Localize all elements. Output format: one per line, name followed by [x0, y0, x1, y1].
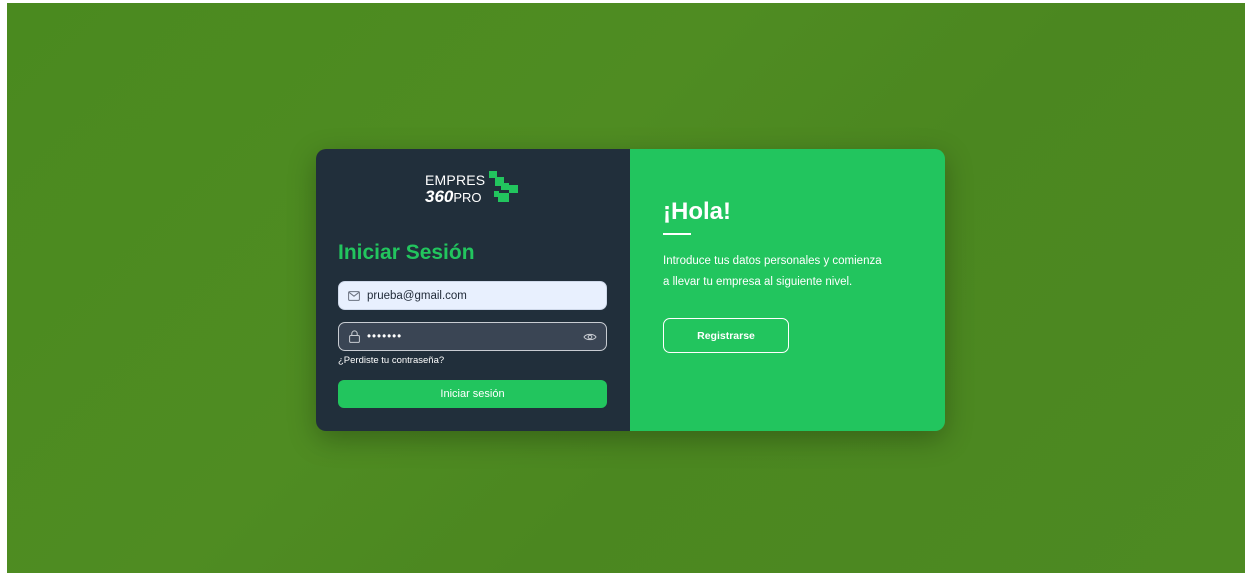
eye-icon[interactable] — [583, 330, 597, 344]
welcome-text-line2: a llevar tu empresa al siguiente nivel. — [663, 276, 853, 288]
heading-divider — [663, 233, 691, 235]
login-button[interactable]: Iniciar sesión — [338, 380, 607, 408]
auth-card: EMPRES 360PRO Iniciar Sesión prueba@gmai… — [316, 149, 945, 431]
logo-text-bottom: 360PRO — [425, 187, 482, 207]
email-input[interactable] — [367, 289, 567, 302]
password-field[interactable] — [338, 322, 607, 351]
forgot-password-link[interactable]: ¿Perdiste tu contraseña? — [338, 355, 444, 366]
welcome-panel: ¡Hola! Introduce tus datos personales y … — [630, 149, 945, 431]
welcome-heading: ¡Hola! — [663, 198, 731, 225]
lock-icon — [347, 330, 361, 344]
register-button[interactable]: Registrarse — [663, 318, 789, 353]
app-logo: EMPRES 360PRO — [425, 171, 525, 211]
logo-mark-icon — [489, 171, 518, 202]
logo-number: 360 — [425, 187, 454, 206]
login-title: Iniciar Sesión — [338, 241, 475, 264]
page-background: EMPRES 360PRO Iniciar Sesión prueba@gmai… — [7, 3, 1245, 573]
mail-icon — [347, 289, 361, 303]
logo-suffix: PRO — [453, 190, 482, 205]
email-field[interactable] — [338, 281, 607, 310]
welcome-text-line1: Introduce tus datos personales y comienz… — [663, 255, 882, 267]
logo-text-top: EMPRES — [425, 172, 486, 188]
password-input[interactable] — [367, 330, 567, 343]
login-panel: EMPRES 360PRO Iniciar Sesión prueba@gmai… — [316, 149, 630, 431]
welcome-text: Introduce tus datos personales y comienz… — [663, 251, 923, 293]
